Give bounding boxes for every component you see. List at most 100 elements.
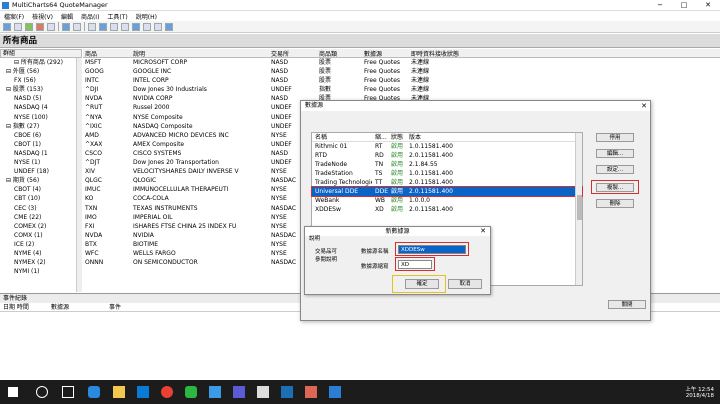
- menu-instrument[interactable]: 商品(I): [81, 12, 99, 21]
- event-col-event[interactable]: 事件: [106, 303, 121, 311]
- dialog-close-icon[interactable]: ✕: [641, 101, 647, 111]
- list-column-header[interactable]: 版本: [406, 133, 466, 141]
- data-source-row[interactable]: RTD RD 啟用 2.0.11581.400: [312, 151, 582, 160]
- open-icon[interactable]: [14, 22, 22, 31]
- menu-view[interactable]: 檢視(V): [32, 12, 53, 21]
- minimize-button[interactable]: −: [648, 0, 672, 11]
- grid-column-header[interactable]: 數據源: [362, 49, 409, 57]
- event-col-source[interactable]: 數據源: [48, 303, 106, 311]
- app-icon-3[interactable]: [257, 386, 269, 398]
- tree-item[interactable]: NYSE (100): [0, 113, 76, 122]
- list-column-header[interactable]: 縮...: [372, 133, 388, 141]
- grid-column-header[interactable]: 即時資料接收狀態: [409, 49, 469, 57]
- chart-icon[interactable]: [99, 22, 107, 31]
- event-col-datetime[interactable]: 日期 時間: [0, 303, 48, 311]
- add-icon[interactable]: [25, 22, 33, 31]
- tree-item[interactable]: UNDEF (18): [0, 167, 76, 176]
- connect-icon[interactable]: [165, 22, 173, 31]
- tree-item[interactable]: FX (56): [0, 76, 76, 85]
- tree-item[interactable]: CME (22): [0, 213, 76, 222]
- tree-item[interactable]: CBOT (1): [0, 140, 76, 149]
- menu-tools[interactable]: 工具(T): [107, 12, 127, 21]
- export-icon[interactable]: [73, 22, 81, 31]
- data-source-row[interactable]: Universal DDE DDE 啟用 2.0.11581.400: [311, 186, 583, 197]
- chrome-icon[interactable]: [161, 386, 173, 398]
- table-row[interactable]: INTC INTEL CORP NASD 股票 Free Quotes 未連線: [83, 76, 720, 85]
- quotemanager-icon[interactable]: [329, 386, 341, 398]
- delete-icon[interactable]: [36, 22, 44, 31]
- tree-item[interactable]: ⊟ 期貨 (56): [0, 176, 76, 185]
- data-source-row[interactable]: Rithmic 01 RT 啟用 1.0.11581.400: [312, 142, 582, 151]
- disable-button[interactable]: 停用: [596, 133, 634, 142]
- tree-item[interactable]: CBOT (4): [0, 185, 76, 194]
- cancel-button[interactable]: 取消: [448, 279, 482, 289]
- menu-help[interactable]: 說明(H): [136, 12, 157, 21]
- data-source-row[interactable]: WeBank WB 啟用 1.0.0.0: [312, 196, 582, 205]
- table-row[interactable]: MSFT MICROSOFT CORP NASD 股票 Free Quotes 未連線: [83, 58, 720, 67]
- table-row[interactable]: ^DJI Dow Jones 30 Industrials UNDEF 指數 Free …: [83, 85, 720, 94]
- edge-icon[interactable]: [88, 386, 100, 398]
- close-dialog-button[interactable]: 關閉: [608, 300, 646, 309]
- tree-item[interactable]: COMX (1): [0, 231, 76, 240]
- data-source-row[interactable]: XDDESw XD 啟用 2.0.11581.400: [312, 205, 582, 214]
- app-icon-2[interactable]: [233, 386, 245, 398]
- filter-icon[interactable]: [154, 22, 162, 31]
- data-source-row[interactable]: Trading Technologies TT 啟用 2.0.11581.400: [312, 178, 582, 187]
- list-icon[interactable]: [110, 22, 118, 31]
- tree-item[interactable]: ⊟ 指數 (27): [0, 122, 76, 131]
- sub-dialog-close-icon[interactable]: ✕: [480, 227, 486, 236]
- edit-icon[interactable]: [47, 22, 55, 31]
- tree-item[interactable]: NASD (5): [0, 94, 76, 103]
- task-view-icon[interactable]: [62, 386, 74, 398]
- line-icon[interactable]: [185, 386, 197, 398]
- explorer-icon[interactable]: [113, 386, 125, 398]
- grid-column-header[interactable]: 說明: [131, 49, 269, 57]
- settings-icon[interactable]: [143, 22, 151, 31]
- tray-time[interactable]: 上午 12:54: [650, 385, 714, 393]
- tree-item[interactable]: ⊟ 股票 (153): [0, 85, 76, 94]
- tray-date[interactable]: 2018/4/18: [650, 393, 714, 399]
- tree-item[interactable]: ICE (2): [0, 240, 76, 249]
- tree-scrollbar[interactable]: [76, 58, 82, 292]
- settings-button[interactable]: 設定...: [596, 165, 634, 174]
- tree-item[interactable]: NYMEX (2): [0, 258, 76, 267]
- tree-item[interactable]: CEC (3): [0, 204, 76, 213]
- close-button[interactable]: ✕: [696, 0, 720, 11]
- tree-item[interactable]: ⊟ 外匯 (56): [0, 67, 76, 76]
- list-column-header[interactable]: 狀態: [388, 133, 406, 141]
- tree-item[interactable]: CBT (10): [0, 194, 76, 203]
- multicharts-icon[interactable]: [281, 386, 293, 398]
- windows-start-icon[interactable]: [8, 387, 18, 397]
- store-icon[interactable]: [137, 386, 149, 398]
- import-icon[interactable]: [62, 22, 70, 31]
- tree-item[interactable]: NYMI (1): [0, 267, 76, 276]
- grid-icon[interactable]: [88, 22, 96, 31]
- maximize-button[interactable]: □: [672, 0, 696, 11]
- data-source-row[interactable]: TradeNode TN 啟用 2.1.84.55: [312, 160, 582, 169]
- new-icon[interactable]: [3, 22, 11, 31]
- tree-item[interactable]: ⊟ 所有商品 (292): [0, 58, 76, 67]
- delete-button[interactable]: 刪除: [596, 199, 634, 208]
- edit-button[interactable]: 編輯...: [596, 149, 634, 158]
- menu-edit[interactable]: 編輯: [61, 12, 73, 21]
- app-icon-1[interactable]: [209, 386, 221, 398]
- table-icon[interactable]: [121, 22, 129, 31]
- table-row[interactable]: GOOG GOOGLE INC NASD 股票 Free Quotes 未連線: [83, 67, 720, 76]
- data-source-row[interactable]: TradeStation TS 啟用 1.0.11581.400: [312, 169, 582, 178]
- grid-column-header[interactable]: 交易所: [269, 49, 317, 57]
- tree-item[interactable]: COMEX (2): [0, 222, 76, 231]
- tree-item[interactable]: NYME (4): [0, 249, 76, 258]
- menu-file[interactable]: 檔案(F): [4, 12, 24, 21]
- refresh-icon[interactable]: [132, 22, 140, 31]
- tree-item[interactable]: NASDAQ (1: [0, 149, 76, 158]
- grid-column-header[interactable]: 商品類: [317, 49, 362, 57]
- app-icon-4[interactable]: [305, 386, 317, 398]
- tree-item[interactable]: CBOE (6): [0, 131, 76, 140]
- list-scrollbar[interactable]: [575, 133, 582, 285]
- tree-item[interactable]: NASDAQ (4: [0, 103, 76, 112]
- search-icon[interactable]: [36, 386, 48, 398]
- scroll-thumb[interactable]: [577, 195, 582, 220]
- grid-column-header[interactable]: 商品: [83, 49, 131, 57]
- tree-item[interactable]: NYSE (1): [0, 158, 76, 167]
- list-column-header[interactable]: 名稱: [312, 133, 372, 141]
